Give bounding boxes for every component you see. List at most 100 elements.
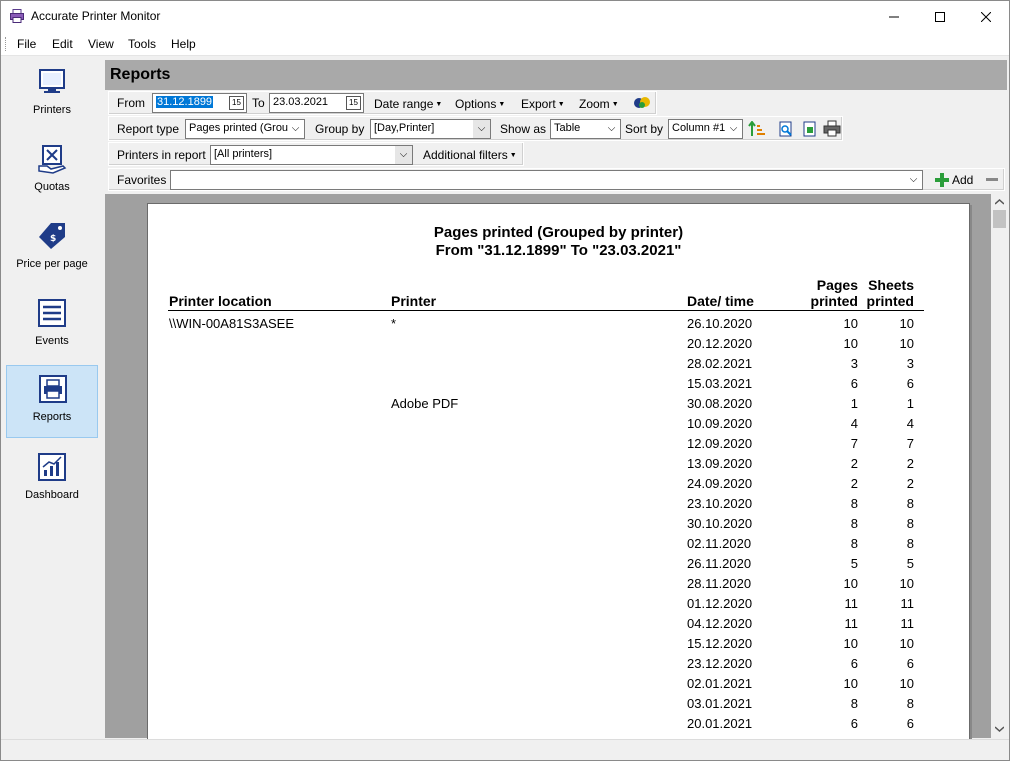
menu-bar: File Edit View Tools Help: [1, 32, 1009, 56]
cell-pages: 10: [843, 636, 858, 651]
cell-pages: 2: [850, 456, 858, 471]
cell-pages: 5: [850, 556, 858, 571]
cell-pages: 8: [850, 516, 858, 531]
column-header-pages-2: printed: [810, 293, 858, 309]
cell-pages: 11: [844, 596, 859, 611]
refresh-icon[interactable]: [633, 96, 651, 110]
printers-in-report-field[interactable]: [All printers] ⌵: [210, 145, 413, 165]
sidebar-item-printers[interactable]: Printers: [6, 59, 98, 132]
header-divider: [168, 310, 924, 311]
scroll-up-icon[interactable]: [995, 199, 1004, 205]
sidebar-item-events[interactable]: Events: [6, 290, 98, 363]
favorites-label: Favorites: [117, 173, 167, 187]
maximize-button[interactable]: [917, 1, 963, 32]
calendar-icon[interactable]: 15: [229, 96, 244, 110]
cell-sheets: 11: [900, 596, 915, 611]
cell-date: 12.09.2020: [687, 436, 753, 451]
show-as-label: Show as: [500, 122, 547, 136]
cell-pages: 4: [850, 416, 858, 431]
preview-scrollbar[interactable]: [991, 194, 1008, 738]
column-header-datetime: Date/ time: [687, 293, 754, 309]
favorites-toolbar: Favorites ⌵ Add: [108, 168, 1005, 191]
status-bar: [1, 739, 1009, 760]
show-as-select[interactable]: Table ⌵: [550, 119, 621, 139]
chevron-down-icon[interactable]: ⌵: [473, 120, 490, 138]
additional-filters-menu[interactable]: Additional filters ▼: [423, 148, 517, 162]
to-label: To: [252, 96, 265, 110]
sidebar-item-price-per-page[interactable]: $ Price per page: [6, 213, 98, 286]
date-range-label: Date range: [374, 97, 434, 111]
menu-file[interactable]: File: [17, 37, 36, 51]
menu-tools[interactable]: Tools: [128, 37, 156, 51]
cell-location: \\WIN-00A81S3ASEE: [169, 316, 294, 331]
cell-date: 13.09.2020: [687, 456, 753, 471]
cell-date: 23.12.2020: [687, 656, 753, 671]
column-header-sheets-1: Sheets: [868, 277, 914, 293]
scroll-down-icon[interactable]: [995, 726, 1004, 732]
cell-sheets: 1: [906, 396, 914, 411]
chevron-down-icon: ⌵: [607, 123, 616, 134]
export-label: Export: [521, 97, 556, 111]
sort-by-value: Column #1: [672, 122, 726, 134]
group-by-label: Group by: [315, 122, 365, 136]
cell-pages: 8: [850, 696, 858, 711]
cell-date: 23.10.2020: [687, 496, 753, 511]
minimize-icon: [889, 16, 899, 17]
sidebar-item-dashboard[interactable]: Dashboard: [6, 444, 98, 517]
from-date-value[interactable]: 31.12.1899: [156, 96, 214, 108]
chevron-down-icon: ▼: [509, 152, 517, 159]
date-range-menu[interactable]: Date range ▼: [374, 97, 442, 111]
column-header-printer: Printer: [391, 293, 437, 309]
chevron-down-icon[interactable]: ⌵: [395, 146, 412, 164]
window-title: Accurate Printer Monitor: [31, 9, 161, 23]
sidebar-item-label: Events: [35, 335, 69, 347]
export-excel-icon[interactable]: [802, 121, 818, 137]
page-title: Reports: [110, 66, 171, 83]
column-header-sheets-2: printed: [866, 293, 914, 309]
remove-favorite-icon[interactable]: [986, 177, 998, 183]
export-menu[interactable]: Export ▼: [521, 97, 565, 111]
sidebar-item-reports[interactable]: Reports: [6, 365, 98, 438]
cell-date: 15.03.2021: [687, 376, 753, 391]
cell-date: 24.09.2020: [687, 476, 753, 491]
cell-date: 03.01.2021: [687, 696, 753, 711]
scrollbar-thumb[interactable]: [993, 210, 1006, 228]
add-favorite-button[interactable]: Add: [933, 171, 978, 189]
reports-header: Reports: [105, 60, 1007, 90]
cell-sheets: 8: [906, 536, 914, 551]
cell-sheets: 10: [899, 676, 914, 691]
print-icon[interactable]: [823, 120, 841, 137]
to-date-field[interactable]: 23.03.2021 15: [269, 93, 364, 113]
cell-sheets: 10: [899, 636, 914, 651]
zoom-menu[interactable]: Zoom ▼: [579, 97, 619, 111]
cell-pages: 11: [844, 616, 859, 631]
cell-printer: *: [391, 316, 397, 331]
cell-date: 30.10.2020: [687, 516, 753, 531]
report-page: Pages printed (Grouped by printer) From …: [147, 203, 970, 743]
sidebar-item-quotas[interactable]: Quotas: [6, 136, 98, 209]
close-icon: [981, 11, 991, 22]
to-date-value[interactable]: 23.03.2021: [273, 96, 328, 108]
report-type-value: Pages printed (Grou: [189, 122, 289, 134]
menu-help[interactable]: Help: [171, 37, 196, 51]
options-menu[interactable]: Options ▼: [455, 97, 505, 111]
cell-sheets: 6: [906, 376, 914, 391]
print-preview-icon[interactable]: [778, 121, 794, 137]
sort-by-select[interactable]: Column #1 ⌵: [668, 119, 743, 139]
from-date-field[interactable]: 31.12.1899 15: [152, 93, 247, 113]
menu-view[interactable]: View: [88, 37, 114, 51]
group-by-field[interactable]: [Day,Printer] ⌵: [370, 119, 491, 139]
minimize-button[interactable]: [871, 1, 917, 32]
menu-edit[interactable]: Edit: [52, 37, 73, 51]
close-button[interactable]: [963, 1, 1009, 32]
calendar-icon[interactable]: 15: [346, 96, 361, 110]
sort-ascending-icon[interactable]: [748, 121, 766, 137]
title-bar: Accurate Printer Monitor: [1, 1, 1009, 32]
options-label: Options: [455, 97, 497, 111]
report-type-select[interactable]: Pages printed (Grou ⌵: [185, 119, 305, 139]
cell-sheets: 7: [906, 436, 914, 451]
report-preview-area: Pages printed (Grouped by printer) From …: [105, 194, 991, 743]
cell-sheets: 3: [906, 356, 914, 371]
dashboard-chart-icon: [38, 453, 66, 481]
favorites-select[interactable]: ⌵: [170, 170, 923, 190]
